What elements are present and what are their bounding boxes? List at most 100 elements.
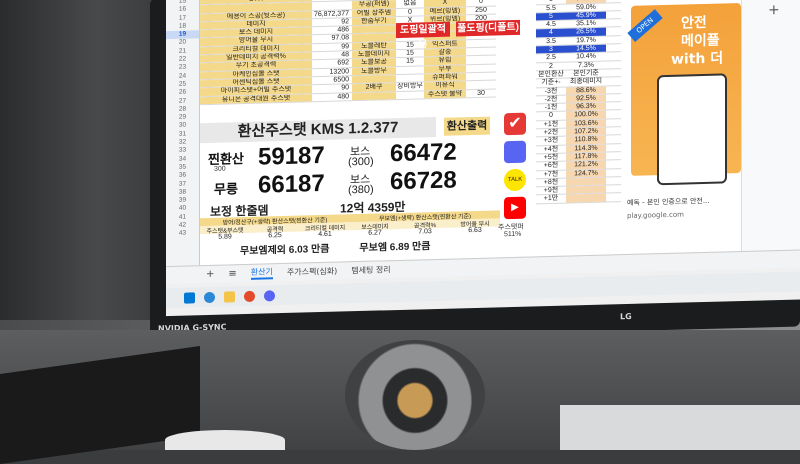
stat-value3[interactable]: 250 bbox=[466, 6, 496, 14]
stat-value[interactable]: 92 bbox=[312, 18, 352, 26]
stat-label3[interactable]: 슈퍼파워 bbox=[424, 73, 466, 82]
percent-value[interactable]: 88.6% bbox=[566, 86, 606, 95]
stat-label3[interactable]: 메르(링뎀) bbox=[424, 6, 466, 16]
percent-value[interactable] bbox=[566, 193, 606, 203]
percent-value[interactable]: 7.3% bbox=[566, 61, 606, 69]
percent-value[interactable]: 45.9% bbox=[566, 11, 606, 20]
stat-label2[interactable]: 한숨무기 bbox=[352, 16, 396, 26]
percent-key[interactable]: 5.5 bbox=[536, 4, 566, 12]
percent-key[interactable]: 3.5 bbox=[536, 37, 566, 45]
percent-key[interactable]: 기준+- bbox=[536, 79, 566, 87]
percent-value[interactable]: 59.0% bbox=[566, 3, 606, 11]
stat-label3[interactable]: 갈중 bbox=[424, 48, 466, 57]
ad-panel[interactable]: OPEN 안전 메이플 with 더 예독 - 본인 인증으로 안전... pl… bbox=[621, 0, 741, 255]
stat-value[interactable] bbox=[312, 2, 352, 10]
percent-key[interactable]: 본인환산 bbox=[536, 71, 566, 79]
stat-value3[interactable] bbox=[466, 81, 496, 89]
add-icon[interactable]: + bbox=[768, 2, 780, 18]
percent-key[interactable]: 4.5 bbox=[536, 21, 566, 29]
percent-value[interactable]: 본인기준 bbox=[566, 70, 606, 78]
tab-converter[interactable]: 환산기 bbox=[250, 266, 273, 280]
percent-key[interactable]: +4천 bbox=[536, 145, 566, 153]
stat-value2[interactable] bbox=[396, 66, 424, 74]
stat-value[interactable]: 6500 bbox=[312, 76, 352, 84]
percent-key[interactable]: 2.5 bbox=[536, 54, 566, 62]
percent-key[interactable]: 2 bbox=[536, 62, 566, 70]
stat-label2[interactable]: 노블데미지 bbox=[352, 50, 396, 59]
stat-value[interactable]: 13200 bbox=[312, 68, 352, 76]
percent-key[interactable]: -2천 bbox=[536, 95, 566, 103]
row-number[interactable]: 43 bbox=[166, 230, 199, 239]
percent-key[interactable]: +3천 bbox=[536, 137, 566, 145]
stat-label2[interactable] bbox=[352, 33, 396, 43]
stat-value3[interactable] bbox=[466, 56, 496, 64]
percent-key[interactable]: 0 bbox=[536, 112, 566, 120]
copilot-icon[interactable] bbox=[204, 291, 215, 303]
stat-value2[interactable] bbox=[396, 74, 424, 82]
percent-key[interactable]: +1천 bbox=[536, 120, 566, 128]
percent-key[interactable]: +7천 bbox=[536, 170, 566, 178]
percent-value[interactable]: 110.8% bbox=[566, 135, 606, 145]
percent-value[interactable] bbox=[566, 185, 606, 195]
file-explorer-icon[interactable] bbox=[224, 290, 235, 303]
percent-value[interactable]: 14.5% bbox=[566, 44, 606, 53]
percent-key[interactable]: +2천 bbox=[536, 129, 566, 137]
stat-label3[interactable]: 주스탯 물약 bbox=[424, 89, 466, 99]
stat-label2[interactable]: 노블레탄 bbox=[352, 41, 396, 51]
youtube-icon[interactable]: ▶ bbox=[504, 196, 526, 220]
percent-value[interactable]: 26.5% bbox=[566, 28, 606, 37]
percent-key[interactable]: +8천 bbox=[536, 178, 566, 186]
percent-key[interactable]: +9천 bbox=[536, 187, 566, 195]
percent-value[interactable]: 92.5% bbox=[566, 94, 606, 103]
stat-value3[interactable] bbox=[466, 48, 496, 56]
percent-value[interactable]: 114.3% bbox=[566, 144, 606, 153]
full-doping-button[interactable]: 풀도핑(디폴트) bbox=[456, 19, 520, 37]
stat-value[interactable]: 99 bbox=[312, 43, 352, 51]
stat-value3[interactable]: 30 bbox=[466, 89, 496, 97]
stat-label3[interactable]: 유림 bbox=[424, 56, 466, 66]
percent-value[interactable]: 10.4% bbox=[566, 53, 606, 61]
stat-label2[interactable] bbox=[352, 25, 396, 34]
percent-value[interactable]: 121.2% bbox=[566, 160, 606, 170]
add-sheet-icon[interactable]: + bbox=[206, 269, 214, 280]
stat-value3[interactable] bbox=[466, 39, 496, 47]
percent-value[interactable]: 35.1% bbox=[566, 20, 606, 28]
stat-value2[interactable] bbox=[396, 91, 424, 99]
stat-value3[interactable]: 0 bbox=[466, 0, 496, 6]
percent-value[interactable]: 103.6% bbox=[566, 119, 606, 128]
stat-label2[interactable]: 2배쿠 bbox=[352, 83, 396, 92]
tab-item-setting[interactable]: 템세팅 정리 bbox=[351, 264, 390, 276]
stat-value2[interactable]: 0 bbox=[396, 8, 424, 16]
maplestory-icon[interactable] bbox=[244, 290, 255, 302]
discord-icon[interactable] bbox=[504, 140, 526, 164]
percent-key[interactable]: 4 bbox=[536, 29, 566, 38]
stat-value3[interactable] bbox=[466, 64, 496, 72]
stat-label3[interactable]: X bbox=[424, 0, 466, 7]
stat-value[interactable]: 48 bbox=[312, 51, 352, 59]
stat-value2[interactable]: 15 bbox=[396, 58, 424, 66]
ad-source[interactable]: play.google.com bbox=[627, 211, 684, 220]
stat-value2[interactable]: 장비방무 bbox=[396, 83, 424, 91]
percent-value[interactable]: 19.7% bbox=[566, 36, 606, 45]
percent-value[interactable]: 100.0% bbox=[566, 111, 606, 120]
stat-label2[interactable] bbox=[352, 75, 396, 84]
percent-key[interactable]: -3천 bbox=[536, 87, 566, 95]
apply-doping-button[interactable]: 도핑일괄적용 bbox=[396, 21, 450, 50]
stat-label2[interactable]: 노블방무 bbox=[352, 66, 396, 76]
stat-label[interactable]: 유니온 공격대원 주스탯 bbox=[200, 93, 312, 105]
kakaotalk-icon[interactable]: TALK bbox=[504, 168, 526, 192]
stat-label3[interactable]: 이유식 bbox=[424, 81, 466, 90]
stat-value[interactable]: 480 bbox=[312, 93, 352, 101]
stat-label3[interactable]: 무부 bbox=[424, 64, 466, 74]
percent-key[interactable]: -1천 bbox=[536, 104, 566, 112]
stat-value2[interactable]: 없음 bbox=[396, 0, 424, 8]
stat-label3[interactable]: 익스퍼트 bbox=[424, 40, 466, 49]
stat-value[interactable]: 76,872,377 bbox=[312, 10, 352, 18]
ad-caption[interactable]: 예독 - 본인 인증으로 안전... bbox=[627, 196, 710, 208]
stat-label2[interactable]: 노블보공 bbox=[352, 58, 396, 67]
percent-value[interactable]: 117.8% bbox=[566, 152, 606, 161]
sheet-list-icon[interactable]: ≡ bbox=[228, 268, 236, 279]
percent-value[interactable] bbox=[566, 177, 606, 186]
percent-value[interactable]: 96.3% bbox=[566, 102, 606, 112]
stat-value[interactable]: 97.08 bbox=[312, 35, 352, 43]
